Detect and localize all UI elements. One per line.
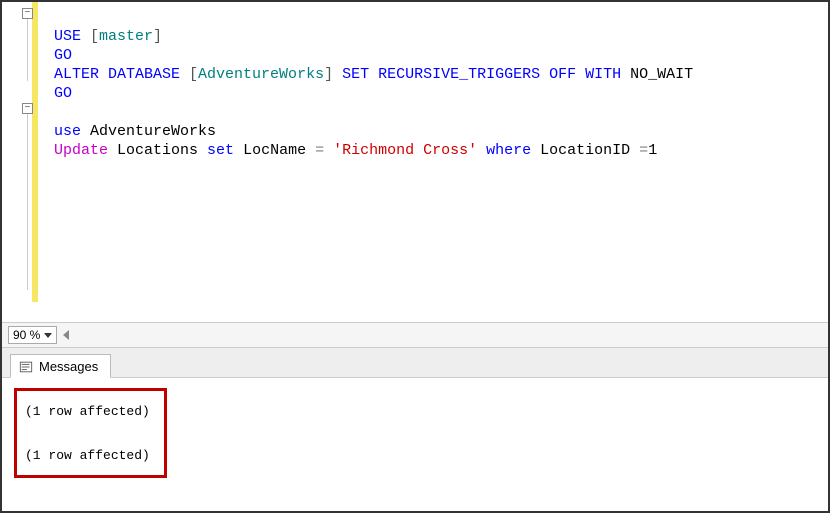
token-database: DATABASE <box>99 66 180 83</box>
token-go: GO <box>54 47 72 64</box>
token-col: LocName <box>234 142 315 159</box>
token-rectrig: RECURSIVE_TRIGGERS <box>369 66 540 83</box>
tab-messages-label: Messages <box>39 359 98 374</box>
token-update: Update <box>54 142 108 159</box>
token-master: master <box>99 28 153 45</box>
token-with: WITH <box>576 66 621 83</box>
ssms-window: USE [master] GO ALTER DATABASE [Adventur… <box>0 0 830 513</box>
messages-icon <box>19 360 33 374</box>
token-eq-2: = <box>639 142 648 159</box>
token-bracket-close: ] <box>153 28 162 45</box>
token-nowait: NO_WAIT <box>621 66 693 83</box>
messages-pane[interactable]: (1 row affected) (1 row affected) <box>2 378 828 511</box>
token-advworks-2: AdventureWorks <box>81 123 216 140</box>
token-where: where <box>486 142 531 159</box>
message-line-1: (1 row affected) <box>25 401 150 423</box>
outline-line-2 <box>27 114 28 290</box>
token-off: OFF <box>540 66 576 83</box>
token-string: 'Richmond Cross' <box>324 142 486 159</box>
change-marker <box>32 2 38 302</box>
token-val: 1 <box>648 142 657 159</box>
highlight-box: (1 row affected) (1 row affected) <box>14 388 167 478</box>
zoom-dropdown[interactable]: 90 % <box>8 326 57 344</box>
zoom-level-label: 90 % <box>13 328 40 342</box>
scroll-left-icon[interactable] <box>63 330 69 340</box>
chevron-down-icon <box>44 333 52 338</box>
outline-line-1 <box>27 19 28 81</box>
token-set-2: set <box>207 142 234 159</box>
token-use: USE <box>54 28 81 45</box>
token-tbl: Locations <box>108 142 207 159</box>
editor-gutter <box>2 2 42 322</box>
sql-editor[interactable]: USE [master] GO ALTER DATABASE [Adventur… <box>2 2 828 322</box>
token-alter: ALTER <box>54 66 99 83</box>
code-body[interactable]: USE [master] GO ALTER DATABASE [Adventur… <box>42 2 828 322</box>
token-use-2: use <box>54 123 81 140</box>
tab-messages[interactable]: Messages <box>10 354 111 378</box>
message-line-2: (1 row affected) <box>25 445 150 467</box>
token-bracket-open: [ <box>81 28 99 45</box>
token-eq: = <box>315 142 324 159</box>
token-set: SET <box>333 66 369 83</box>
token-advworks: AdventureWorks <box>198 66 324 83</box>
token-go-2: GO <box>54 85 72 102</box>
collapse-toggle-block2[interactable] <box>22 103 33 114</box>
zoom-bar: 90 % <box>2 322 828 348</box>
token-bracket-close-2: ] <box>324 66 333 83</box>
results-tabs: Messages <box>2 348 828 378</box>
collapse-toggle-block1[interactable] <box>22 8 33 19</box>
token-cond: LocationID <box>531 142 639 159</box>
token-bracket-open-2: [ <box>180 66 198 83</box>
